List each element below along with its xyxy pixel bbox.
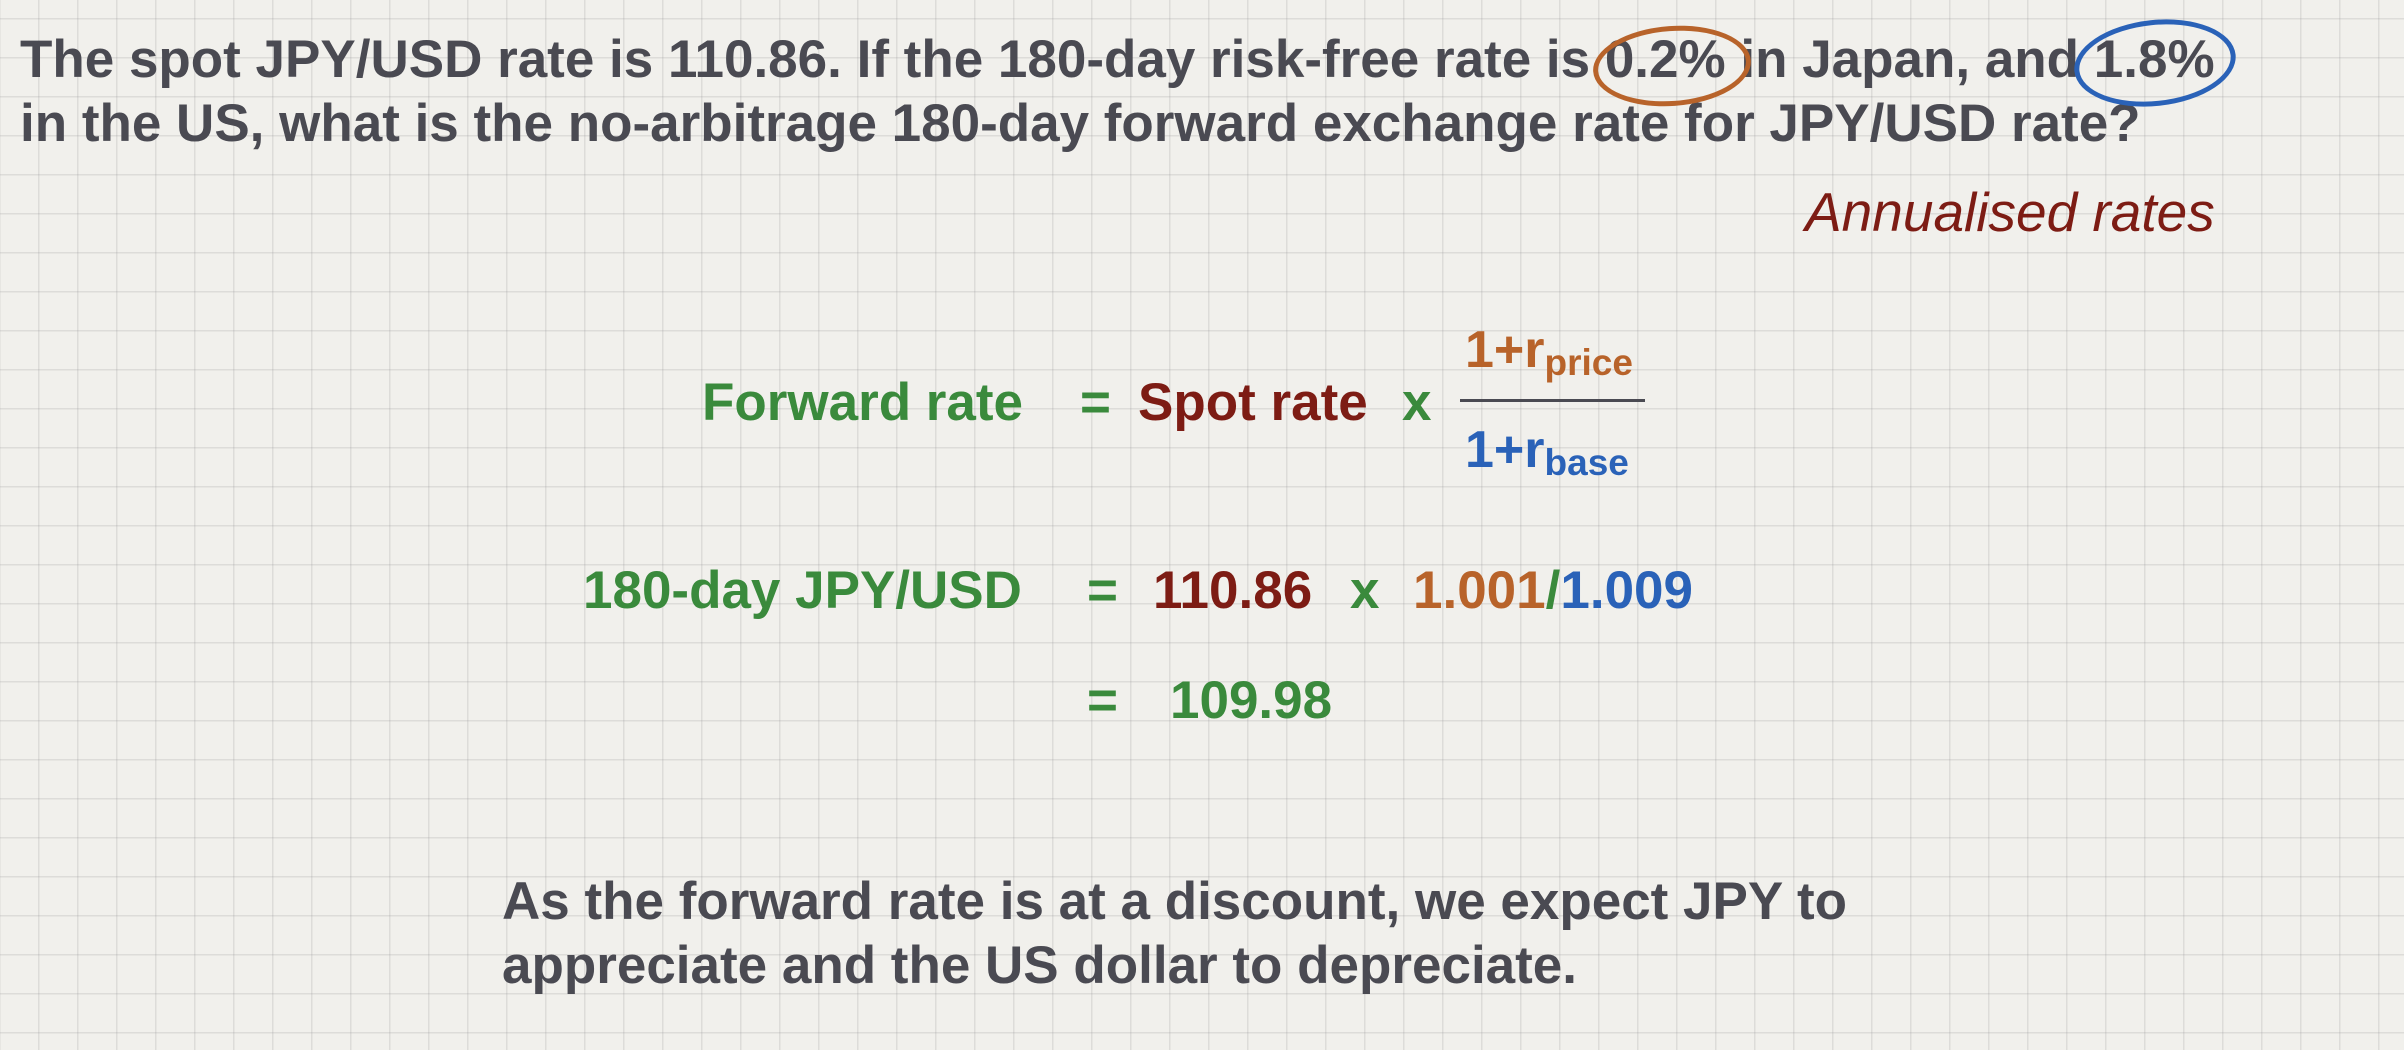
calc-equals: = — [1087, 561, 1118, 620]
calc-lhs: 180-day JPY/USD — [583, 561, 1022, 620]
calc-slash: / — [1545, 561, 1561, 620]
fraction-numerator: 1+rprice — [1465, 320, 1633, 384]
question-line-1-part-b: in Japan, and — [1725, 30, 2094, 89]
denominator-main: 1+r — [1465, 421, 1545, 479]
slide: The spot JPY/USD rate is 110.86. If the … — [0, 0, 2404, 1050]
calc-spot-value: 110.86 — [1153, 561, 1313, 620]
numerator-main: 1+r — [1465, 321, 1545, 379]
conclusion-text: As the forward rate is at a discount, we… — [502, 870, 1847, 998]
question-line-1-part-a: The spot JPY/USD rate is 110.86. If the … — [20, 30, 1605, 89]
result-value: 109.98 — [1170, 671, 1333, 730]
denominator-subscript: base — [1544, 442, 1629, 483]
rate-japan-value: 0.2% — [1604, 30, 1726, 89]
calc-price-factor: 1.001 — [1413, 561, 1546, 620]
question-line-2: in the US, what is the no-arbitrage 180-… — [20, 94, 2141, 153]
calc-ratio: 1.001/1.009 — [1413, 560, 1693, 621]
fraction-bar — [1460, 399, 1645, 402]
conclusion-line-2: appreciate and the US dollar to deprecia… — [502, 936, 1578, 995]
rate-japan: 0.2% — [1590, 20, 1754, 112]
rate-us-value: 1.8% — [2093, 30, 2215, 89]
question-text: The spot JPY/USD rate is 110.86. If the … — [20, 11, 2240, 156]
calc-base-factor: 1.009 — [1560, 561, 1694, 620]
question-line-1: The spot JPY/USD rate is 110.86. If the … — [20, 11, 2240, 115]
calc-times: x — [1350, 561, 1380, 620]
numerator-subscript: price — [1544, 342, 1633, 383]
formula-lhs: Forward rate — [702, 373, 1024, 432]
result-equals: = — [1087, 671, 1118, 730]
fraction-denominator: 1+rbase — [1465, 420, 1629, 484]
formula-equals: = — [1080, 373, 1111, 432]
formula-spot-rate: Spot rate — [1138, 373, 1368, 432]
annualised-rates-note: Annualised rates — [1805, 181, 2215, 243]
formula-times: x — [1402, 373, 1432, 432]
conclusion-line-1: As the forward rate is at a discount, we… — [502, 872, 1848, 931]
rate-us: 1.8% — [2069, 11, 2240, 115]
